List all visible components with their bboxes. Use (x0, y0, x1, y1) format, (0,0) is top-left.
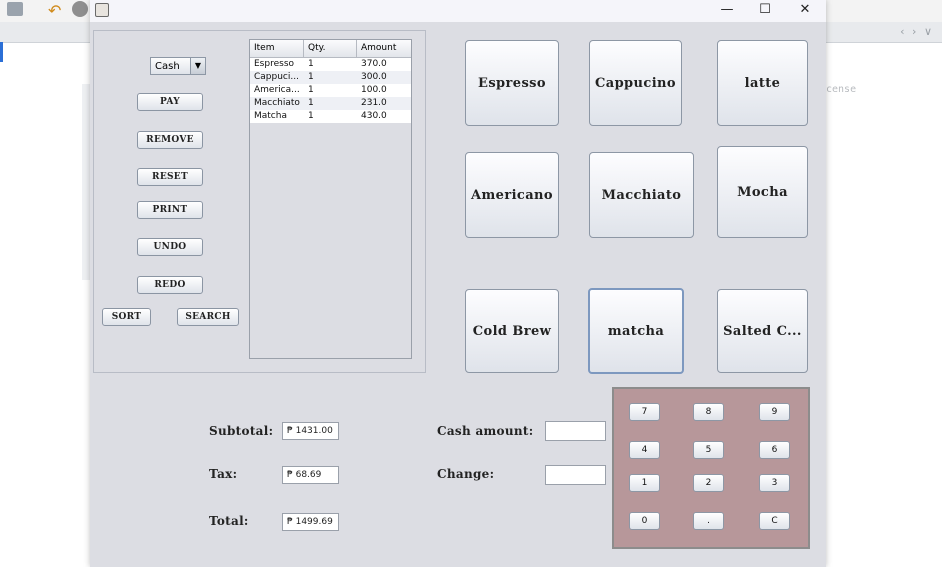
cell-item: Espresso (254, 59, 295, 69)
key-5[interactable]: 5 (693, 441, 724, 459)
java-app-icon (95, 3, 109, 17)
payment-method-value: Cash (155, 61, 180, 72)
key-2[interactable]: 2 (693, 474, 724, 492)
pos-window: — ☐ ✕ Cash ▼ PAY REMOVE RESET PRINT UNDO… (90, 0, 826, 567)
remove-button[interactable]: REMOVE (137, 131, 203, 149)
order-panel: Cash ▼ PAY REMOVE RESET PRINT UNDO REDO … (93, 30, 426, 373)
matcha-button[interactable]: matcha (588, 288, 684, 374)
cell-amount: 231.0 (361, 98, 387, 108)
cell-amount: 370.0 (361, 59, 387, 69)
column-divider[interactable] (303, 40, 304, 57)
change-label: Change: (437, 467, 495, 481)
table-header: Item Qty. Amount (250, 40, 411, 58)
column-divider[interactable] (356, 40, 357, 57)
cappucino-button[interactable]: Cappucino (589, 40, 682, 126)
key-3[interactable]: 3 (759, 474, 790, 492)
subtotal-field[interactable]: ₱ 1431.00 (282, 422, 339, 440)
cell-item: Cappuci... (254, 72, 299, 82)
cell-qty: 1 (308, 111, 314, 121)
undo-button[interactable]: UNDO (137, 238, 203, 256)
background-ide-marker (0, 42, 3, 62)
numeric-keypad: 7 8 9 4 5 6 1 2 3 0 . C (612, 387, 810, 549)
key-clear[interactable]: C (759, 512, 790, 530)
americano-button[interactable]: Americano (465, 152, 559, 238)
sort-button[interactable]: SORT (102, 308, 151, 326)
search-button[interactable]: SEARCH (177, 308, 239, 326)
table-row[interactable]: Macchiato 1 231.0 (250, 97, 411, 110)
ide-nav-arrows[interactable]: ‹ › ∨ (900, 25, 934, 38)
table-row[interactable]: America... 1 100.0 (250, 84, 411, 97)
print-button[interactable]: PRINT (137, 201, 203, 219)
total-field[interactable]: ₱ 1499.69 (282, 513, 339, 531)
tax-label: Tax: (209, 467, 238, 481)
redo-button[interactable]: REDO (137, 276, 203, 294)
change-field[interactable] (545, 465, 606, 485)
payment-method-select[interactable]: Cash ▼ (150, 57, 206, 75)
key-6[interactable]: 6 (759, 441, 790, 459)
cell-amount: 100.0 (361, 85, 387, 95)
pay-button[interactable]: PAY (137, 93, 203, 111)
table-row[interactable]: Matcha 1 430.0 (250, 110, 411, 123)
cell-qty: 1 (308, 59, 314, 69)
espresso-button[interactable]: Espresso (465, 40, 559, 126)
cell-qty: 1 (308, 98, 314, 108)
chevron-down-icon[interactable]: ▼ (190, 58, 205, 74)
cold-brew-button[interactable]: Cold Brew (465, 289, 559, 373)
subtotal-label: Subtotal: (209, 424, 274, 438)
background-ide-gutter (82, 84, 90, 280)
ide-run-icon (72, 1, 88, 17)
title-bar: — ☐ ✕ (90, 0, 826, 22)
column-header-amount[interactable]: Amount (361, 43, 396, 53)
latte-button[interactable]: latte (717, 40, 808, 126)
ide-toolbar-icon (7, 2, 23, 16)
key-4[interactable]: 4 (629, 441, 660, 459)
cell-qty: 1 (308, 85, 314, 95)
macchiato-button[interactable]: Macchiato (589, 152, 694, 238)
cell-amount: 300.0 (361, 72, 387, 82)
mocha-button[interactable]: Mocha (717, 146, 808, 238)
minimize-button[interactable]: — (708, 0, 746, 22)
table-row[interactable]: Cappuci... 1 300.0 (250, 71, 411, 84)
cash-amount-label: Cash amount: (437, 424, 534, 438)
background-ide-text: cense (826, 84, 857, 95)
close-button[interactable]: ✕ (786, 0, 824, 22)
key-9[interactable]: 9 (759, 403, 790, 421)
cell-amount: 430.0 (361, 111, 387, 121)
salted-caramel-button[interactable]: Salted C... (717, 289, 808, 373)
column-header-item[interactable]: Item (254, 43, 275, 53)
cash-amount-input[interactable] (545, 421, 606, 441)
cell-item: Matcha (254, 111, 287, 121)
undo-icon: ↶ (48, 1, 62, 20)
maximize-button[interactable]: ☐ (746, 0, 784, 22)
key-7[interactable]: 7 (629, 403, 660, 421)
key-8[interactable]: 8 (693, 403, 724, 421)
table-row[interactable]: Espresso 1 370.0 (250, 58, 411, 71)
cell-qty: 1 (308, 72, 314, 82)
key-0[interactable]: 0 (629, 512, 660, 530)
key-1[interactable]: 1 (629, 474, 660, 492)
order-table[interactable]: Item Qty. Amount Espresso 1 370.0 Cappuci..… (249, 39, 412, 359)
total-label: Total: (209, 514, 249, 528)
cell-item: Macchiato (254, 98, 300, 108)
cell-item: America... (254, 85, 300, 95)
column-header-qty[interactable]: Qty. (308, 43, 326, 53)
reset-button[interactable]: RESET (137, 168, 203, 186)
key-decimal[interactable]: . (693, 512, 724, 530)
tax-field[interactable]: ₱ 68.69 (282, 466, 339, 484)
